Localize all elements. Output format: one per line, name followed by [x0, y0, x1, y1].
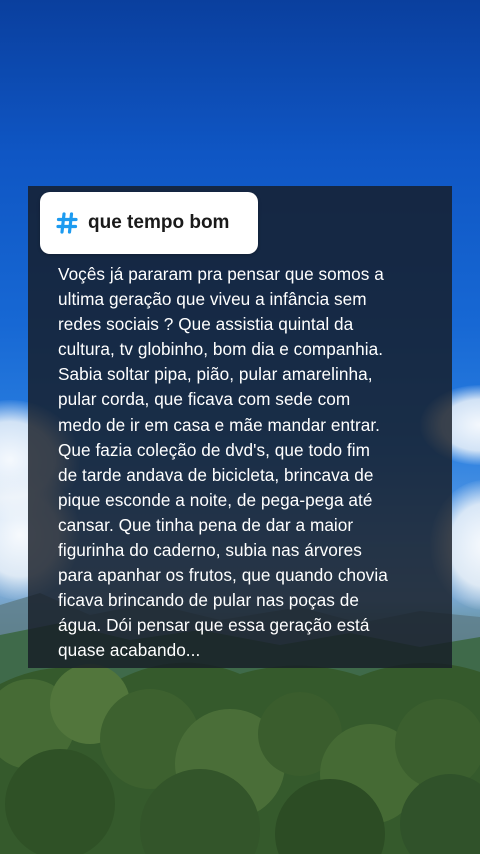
hashtag-icon — [56, 212, 78, 234]
post-text-line: Que fazia coleção de dvd's, que todo fim — [58, 439, 370, 460]
post-text-line: Voçês já pararam pra pensar que somos a — [58, 264, 384, 284]
post-text-line: água. Dói pensar que essa geração está — [58, 615, 370, 636]
post-text-line: cansar. Que tinha pena de dar a maior — [58, 514, 354, 535]
post-text-line: pique esconde a noite, de pega-pega até — [58, 489, 373, 510]
post-text-line: redes sociais ? Que assistia quintal da — [58, 314, 354, 335]
post-text-line: ficava brincando de pular nas poças de — [58, 590, 359, 611]
post-text-line: pular corda, que ficava com sede com — [58, 389, 351, 410]
hashtag-sticker[interactable]: que tempo bom — [40, 192, 258, 254]
post-text-line: para apanhar os frutos, que quando chovi… — [58, 565, 388, 586]
post-text-line: medo de ir em casa e mãe mandar entrar. — [58, 414, 380, 435]
post-text-line: quase acabando... — [58, 640, 201, 661]
post-text-line: ultima geração que viveu a infância sem — [58, 289, 367, 310]
post-text-line: Sabia soltar pipa, pião, pular amarelinh… — [58, 364, 373, 385]
post-text-line: cultura, tv globinho, bom dia e companhi… — [58, 339, 384, 360]
hashtag-label: que tempo bom — [88, 212, 230, 233]
forest — [0, 662, 480, 854]
post-text-line: de tarde andava de bicicleta, brincava d… — [58, 464, 374, 485]
story-screen: que tempo bom Voçês já pararam pra pensa… — [0, 0, 480, 854]
post-text-line: figurinha do caderno, subia nas árvores — [58, 540, 362, 561]
post-text: Voçês já pararam pra pensar que somos a … — [58, 262, 448, 664]
